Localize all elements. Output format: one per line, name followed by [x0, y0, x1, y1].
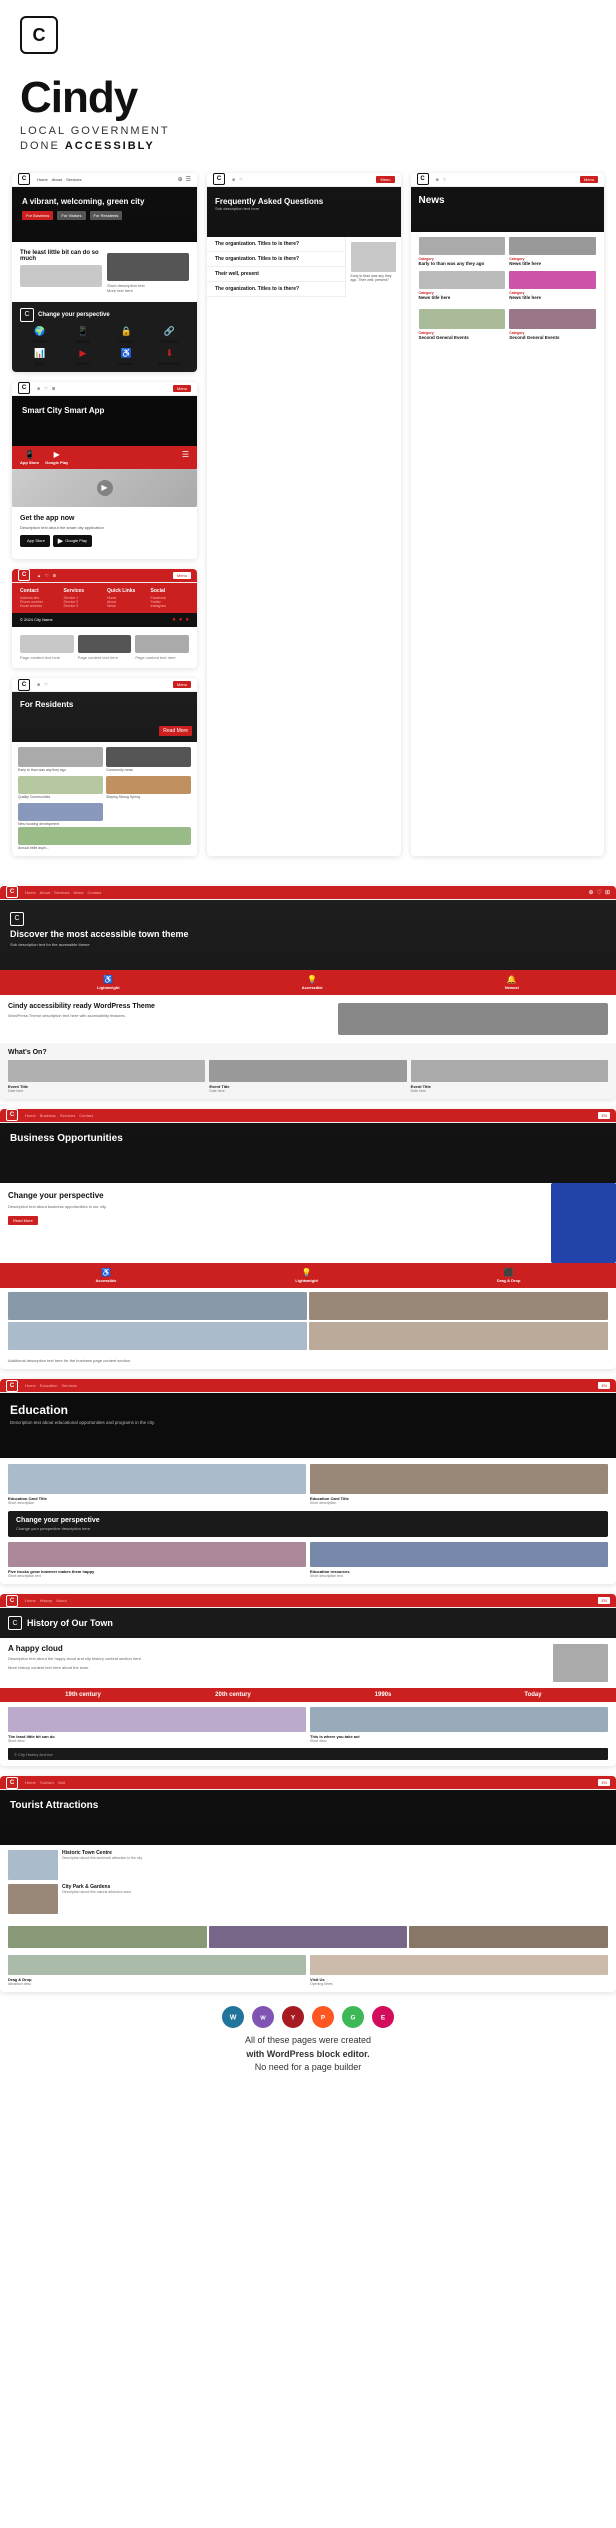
brand-subtitle: LOCAL GOVERNMENT DONE ACCESSIBLY — [20, 124, 596, 155]
edu-card: Education Card Title Short description — [310, 1464, 608, 1505]
screen-history: C Home History About EN C History of Our… — [0, 1594, 616, 1766]
edu-section-title: Change your perspective — [16, 1517, 600, 1524]
yoast-icon: Y — [282, 2006, 304, 2028]
timeline-item: Today — [458, 1692, 608, 1698]
business-section: Change your perspective — [8, 1191, 543, 1200]
business-title: Business Opportunities — [10, 1133, 606, 1144]
svg-text:W: W — [230, 2015, 237, 2022]
news-item: Category News title here — [419, 271, 506, 301]
history-title: History of Our Town — [27, 1618, 113, 1628]
education-title: Education — [10, 1403, 606, 1417]
attraction-item: City Park & Gardens Description about th… — [8, 1884, 608, 1914]
svg-text:G: G — [351, 2015, 356, 2022]
screen-faq: C ⊕ ♡ Menu Frequently Asked Questions Su… — [207, 173, 401, 856]
wordpress-icon: W — [222, 2006, 244, 2028]
app-hero-title: Smart City Smart App — [22, 406, 187, 416]
app-section-title: Get the app now — [20, 515, 189, 522]
event-card: Event Title Date here — [411, 1060, 608, 1093]
home2-section: Cindy accessibility ready WordPress Them… — [8, 1003, 333, 1010]
news-item: Category News title here — [509, 271, 596, 301]
residents-title: For Residents — [20, 700, 189, 709]
screen-education: C Home Education Services EN Education D… — [0, 1379, 616, 1584]
event-card: Event Title Date here — [8, 1060, 205, 1093]
news-item: Category News title here — [509, 237, 596, 267]
section2-title: The least little bit can do so much — [20, 250, 102, 262]
screen-footer-page: C ▲ ♡ ⊞ Menu Contact Address line P — [12, 569, 197, 669]
faq-item: The organization. Titles to is there? — [207, 237, 345, 252]
timeline-item: 20th century — [158, 1692, 308, 1698]
attraction-item: Historic Town Centre Description about t… — [8, 1850, 608, 1880]
news-item: Category Second General Events — [419, 309, 506, 341]
gutenberg-icon: G — [342, 2006, 364, 2028]
screen-tourist: C Home Tourism Visit EN Tourist Attracti… — [0, 1776, 616, 1992]
faq-sidebar-title: Early to than was any they ago. Their we… — [351, 274, 396, 282]
news-item: Category Early to than was any they ago — [419, 237, 506, 267]
footer-text: All of these pages were created with Wor… — [245, 2034, 371, 2075]
screen-homepage-1: C Home About Services ⊕ ☰ A vibrant, wel… — [12, 173, 197, 372]
news-title: News — [419, 195, 597, 206]
news-item: Category Second General Events — [509, 309, 596, 341]
section3-title: Change your perspective — [38, 312, 110, 318]
whats-on-title: What's On? — [8, 1049, 608, 1056]
faq-title: Frequently Asked Questions — [215, 197, 393, 206]
edu-card: Education Card Title Short description — [8, 1464, 306, 1505]
woo-icon: W — [252, 2006, 274, 2028]
pages-icon: P — [312, 2006, 334, 2028]
history-card: The least little bit can do Short desc — [8, 1707, 306, 1743]
screen-smart-app: C ⊕ ♡ ⊞ Menu Smart City Smart App 📱App — [12, 382, 197, 559]
screen-residents: C ⊕ ♡ Menu For Residents Read More — [12, 678, 197, 856]
event-card: Event Title Date here — [209, 1060, 406, 1093]
screen-news: C ⊕ ♡ Menu News Categor — [411, 173, 605, 856]
hero-title-1: A vibrant, welcoming, green city — [22, 197, 187, 207]
timeline-item: 19th century — [8, 1692, 158, 1698]
wp-icons-row: W W Y P G E — [222, 2006, 394, 2028]
brand-title: Cindy — [20, 76, 596, 120]
nav-logo: C — [18, 173, 30, 185]
history-sub: A happy cloud — [8, 1644, 549, 1653]
elementor-icon: E — [372, 2006, 394, 2028]
svg-text:W: W — [260, 2016, 266, 2022]
faq-item: The organization. Titles to is there? — [207, 252, 345, 267]
svg-text:P: P — [321, 2015, 326, 2022]
screen-homepage-2: C Home About Services News Contact ⊕ ♡ ⊞ — [0, 886, 616, 1099]
home2-hero: Discover the most accessible town theme — [10, 929, 606, 940]
faq-item: Their well, present — [207, 267, 345, 282]
svg-text:Y: Y — [291, 2015, 296, 2022]
screen-business: C Home Business Services Contact EN Busi… — [0, 1109, 616, 1370]
logo-badge: C — [20, 16, 58, 54]
page-footer: W W Y P G E All of these pages were crea… — [0, 1992, 616, 2085]
svg-text:E: E — [381, 2015, 386, 2022]
timeline-item: 1990s — [308, 1692, 458, 1698]
tourist-title: Tourist Attractions — [10, 1800, 606, 1811]
history-card: This is where you take act Short desc — [310, 1707, 608, 1743]
faq-item: The organization. Titles to is there? — [207, 282, 345, 297]
